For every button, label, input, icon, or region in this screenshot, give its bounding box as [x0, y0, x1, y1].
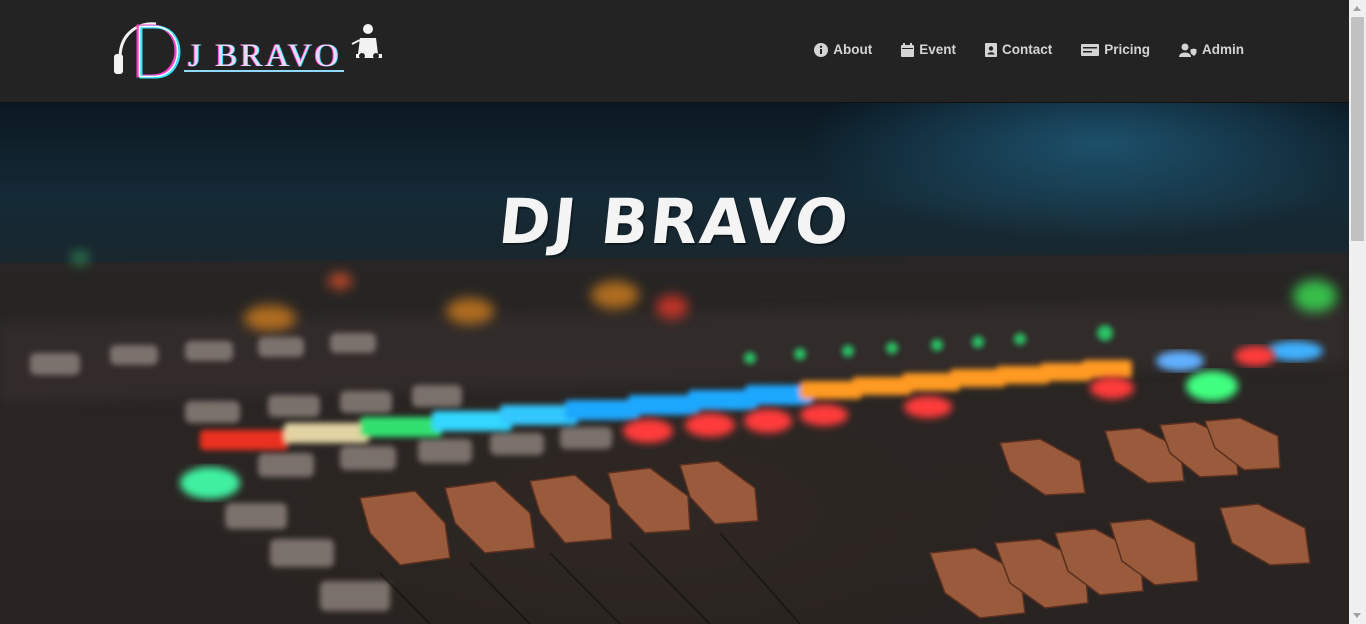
hero-banner: DJ BRAVO: [0, 103, 1349, 624]
scroll-up-arrow-icon[interactable]: [1353, 6, 1361, 11]
nav-admin-label: Admin: [1202, 42, 1244, 57]
nav-contact-label: Contact: [1001, 42, 1053, 57]
nav-pricing-label: Pricing: [1104, 42, 1150, 57]
nav-contact[interactable]: Contact: [984, 42, 1053, 57]
nav-pricing[interactable]: Pricing: [1081, 42, 1150, 57]
page-scrollbar[interactable]: [1349, 0, 1366, 624]
nav-menu: About Event Contact Pricing Admin: [814, 42, 1244, 57]
logo-underline: [184, 70, 344, 72]
brand-logo[interactable]: J BRAVO: [112, 18, 384, 82]
calendar-icon: [901, 42, 915, 57]
nav-about[interactable]: About: [814, 42, 872, 57]
info-circle-icon: [814, 42, 829, 57]
hero-title: DJ BRAVO: [495, 185, 854, 258]
nav-event-label: Event: [919, 42, 956, 57]
contact-card-icon: [984, 42, 997, 57]
money-bill-icon: [1081, 43, 1100, 56]
mixing-console-background: [0, 252, 1349, 624]
nav-event[interactable]: Event: [901, 42, 956, 57]
navbar: J BRAVO About Event Contact Pricing Admi…: [0, 0, 1349, 103]
nav-admin[interactable]: Admin: [1179, 42, 1244, 57]
user-shield-icon: [1179, 43, 1197, 57]
scrollbar-thumb[interactable]: [1351, 17, 1364, 241]
dj-figure-icon: [351, 24, 382, 59]
nav-about-label: About: [833, 42, 873, 57]
scroll-down-arrow-icon[interactable]: [1353, 613, 1361, 618]
